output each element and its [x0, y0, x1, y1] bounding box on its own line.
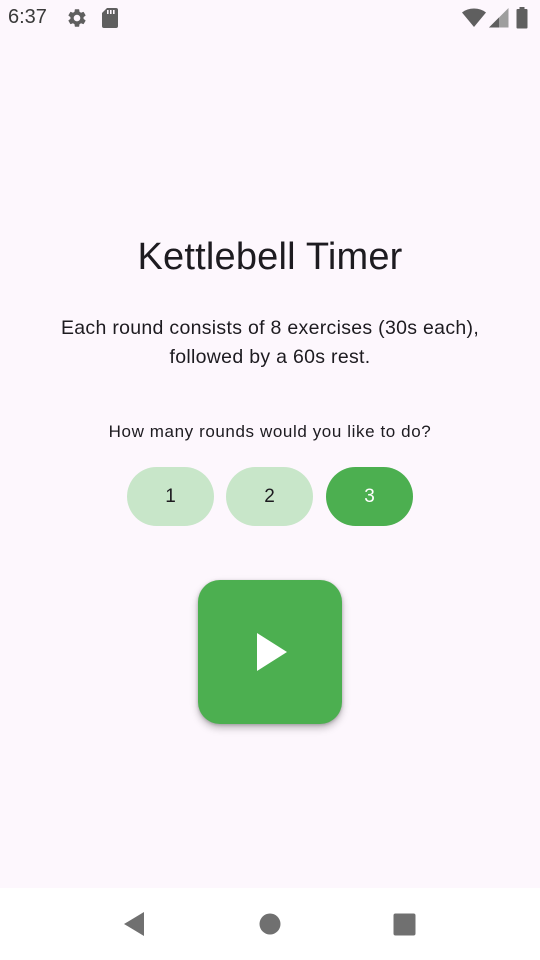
- round-option-3[interactable]: 3: [326, 467, 413, 526]
- round-selector: 1 2 3: [127, 467, 413, 526]
- app-screen: 6:37 Kettlebell Timer Each round consist…: [0, 0, 540, 960]
- cell-signal-icon: [489, 8, 509, 28]
- home-icon[interactable]: [250, 906, 290, 942]
- start-timer-button[interactable]: [198, 580, 342, 724]
- system-nav-bar: [0, 888, 540, 960]
- battery-icon: [516, 7, 528, 29]
- gear-icon: [68, 9, 86, 27]
- rounds-description: Each round consists of 8 exercises (30s …: [60, 317, 480, 368]
- status-time: 6:37: [8, 6, 47, 28]
- page-title: Kettlebell Timer: [137, 236, 403, 278]
- sd-card-icon: [102, 8, 118, 28]
- wifi-icon: [462, 8, 486, 27]
- status-bar: 6:37: [0, 0, 540, 36]
- round-option-1[interactable]: 1: [127, 467, 214, 526]
- back-icon[interactable]: [114, 906, 154, 942]
- round-option-2[interactable]: 2: [226, 467, 313, 526]
- recents-icon[interactable]: [384, 906, 424, 942]
- rounds-question: How many rounds would you like to do?: [108, 422, 432, 441]
- play-icon: [257, 633, 287, 671]
